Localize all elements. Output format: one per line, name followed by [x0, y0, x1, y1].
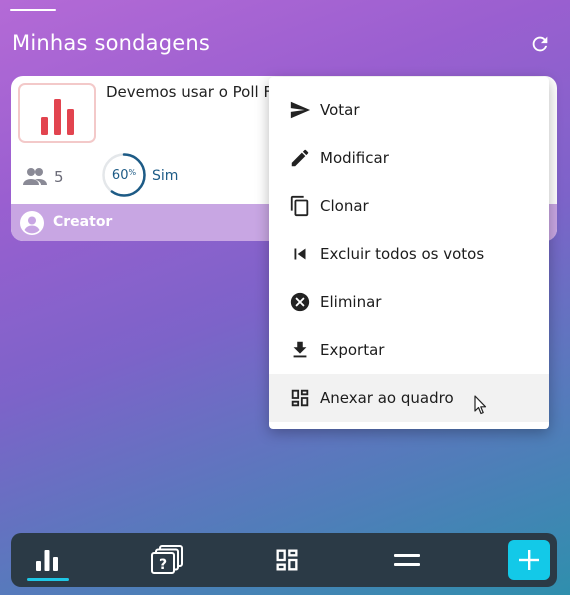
dashboard-icon	[291, 389, 309, 407]
percent-label: 60%	[101, 152, 147, 198]
menu-item-label: Eliminar	[320, 293, 382, 311]
menu-item-excluir-votos[interactable]: Excluir todos os votos	[269, 230, 549, 278]
download-icon	[293, 341, 307, 358]
menu-item-clonar[interactable]: Clonar	[269, 182, 549, 230]
copy-icon	[290, 195, 309, 217]
bottom-nav: ?	[11, 533, 557, 587]
top-answer: Sim	[152, 168, 179, 184]
nav-quizzes[interactable]: ?	[137, 533, 197, 587]
add-icon	[519, 550, 539, 570]
poll-thumbnail	[18, 83, 96, 143]
send-icon	[290, 101, 311, 119]
mouse-cursor-icon	[474, 395, 487, 415]
creator-name: Creator	[53, 214, 113, 230]
pencil-icon	[291, 149, 309, 167]
nav-boards[interactable]	[257, 533, 317, 587]
menu-item-label: Votar	[320, 101, 360, 119]
menu-item-modificar[interactable]: Modificar	[269, 134, 549, 182]
menu-item-label: Anexar ao quadro	[320, 389, 454, 407]
avatar-icon	[20, 211, 44, 235]
page-title: Minhas sondagens	[12, 31, 211, 55]
quizzes-icon: ?	[151, 545, 183, 574]
nav-active-indicator	[27, 578, 69, 581]
poll-context-menu: Votar Modificar Clonar Excluir todos os …	[269, 77, 549, 429]
bar-chart-icon	[41, 99, 74, 135]
menu-item-votar[interactable]: Votar	[269, 86, 549, 134]
nav-menu[interactable]	[377, 533, 437, 587]
voter-count-value: 5	[54, 168, 64, 186]
menu-item-label: Modificar	[320, 149, 389, 167]
menu-item-eliminar[interactable]: Eliminar	[269, 278, 549, 326]
cancel-circle-icon	[290, 292, 310, 312]
percent-value: 60	[111, 167, 129, 183]
menu-item-exportar[interactable]: Exportar	[269, 326, 549, 374]
percent-sign: %	[128, 167, 137, 177]
menu-item-anexar-quadro[interactable]: Anexar ao quadro	[269, 374, 549, 422]
poll-question: Devemos usar o Poll Fo	[106, 83, 281, 101]
menu-icon	[394, 554, 420, 566]
voter-count: 5	[22, 167, 64, 187]
refresh-icon[interactable]	[529, 33, 551, 55]
menu-item-label: Clonar	[320, 197, 369, 215]
skip-previous-icon	[294, 248, 306, 260]
menu-item-label: Excluir todos os votos	[320, 245, 485, 263]
polls-chart-icon	[36, 550, 58, 571]
top-divider	[10, 9, 56, 11]
people-icon	[23, 168, 47, 185]
add-poll-button[interactable]	[508, 540, 550, 580]
svg-text:?: ?	[159, 557, 167, 573]
menu-item-label: Exportar	[320, 341, 385, 359]
boards-icon	[276, 549, 298, 571]
